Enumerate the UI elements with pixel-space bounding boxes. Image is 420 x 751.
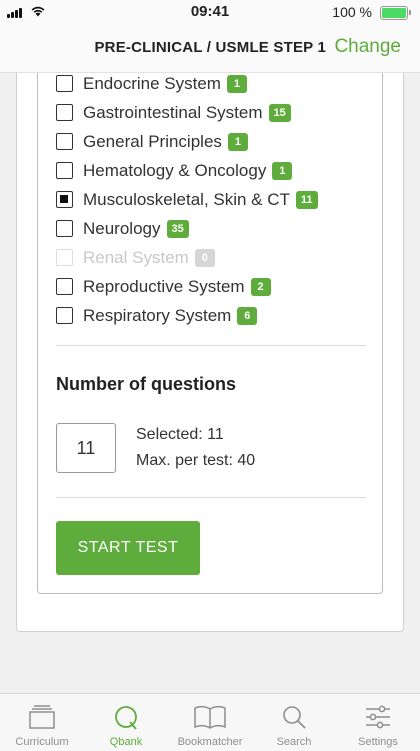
system-checkbox[interactable] — [56, 191, 73, 208]
system-row[interactable]: Gastrointestinal System 15 — [56, 98, 376, 127]
system-checkbox[interactable] — [56, 278, 73, 295]
question-count-badge: 2 — [250, 277, 271, 296]
status-bar: 09:41 100 % — [0, 0, 420, 26]
question-count-badge: 6 — [237, 306, 258, 325]
system-label: Neurology — [83, 218, 161, 238]
selected-count-text: Selected: 11 — [136, 426, 224, 443]
header: PRE-CLINICAL / USMLE STEP 1 Change — [0, 26, 420, 73]
battery-percentage: 100 % — [332, 4, 372, 20]
divider — [56, 345, 366, 346]
system-row[interactable]: Respiratory System 6 — [56, 301, 376, 330]
settings-icon — [366, 705, 390, 729]
systems-list: Endocrine System 1 Gastrointestinal System… — [56, 69, 376, 330]
system-label: Reproductive System — [83, 276, 245, 296]
tab-settings[interactable]: Settings — [336, 694, 420, 751]
tab-search[interactable]: Search — [252, 694, 336, 751]
system-row: Renal System 0 — [56, 243, 376, 272]
question-count-badge: 1 — [272, 161, 293, 180]
change-button[interactable]: Change — [334, 36, 401, 58]
tab-label: Search — [276, 736, 312, 748]
test-builder-card: Endocrine System 1 Gastrointestinal System… — [37, 73, 383, 594]
system-label: Musculoskeletal, Skin & CT — [83, 189, 290, 209]
system-label: Hematology & Oncology — [83, 160, 267, 180]
tab-bar: Curriculum Qbank Bookmatcher Search Sett… — [0, 693, 420, 751]
tab-qbank[interactable]: Qbank — [84, 694, 168, 751]
question-count-badge: 1 — [227, 132, 248, 151]
system-row[interactable]: Musculoskeletal, Skin & CT 11 — [56, 185, 376, 214]
system-checkbox[interactable] — [56, 133, 73, 150]
system-label: Endocrine System — [83, 73, 221, 93]
system-label: General Principles — [83, 131, 222, 151]
system-checkbox[interactable] — [56, 104, 73, 121]
number-of-questions-heading: Number of questions — [56, 374, 237, 394]
question-count-badge: 1 — [226, 74, 247, 93]
system-checkbox — [56, 249, 73, 266]
start-test-button[interactable]: START TEST — [56, 521, 200, 575]
question-count-badge: 0 — [194, 248, 215, 267]
system-checkbox[interactable] — [56, 75, 73, 92]
question-count-badge: 11 — [295, 190, 318, 209]
system-row[interactable]: Reproductive System 2 — [56, 272, 376, 301]
system-label: Gastrointestinal System — [83, 102, 263, 122]
system-row[interactable]: General Principles 1 — [56, 127, 376, 156]
exam-title: PRE-CLINICAL / USMLE STEP 1 — [94, 39, 326, 56]
tab-bookmatcher[interactable]: Bookmatcher — [168, 694, 252, 751]
system-checkbox[interactable] — [56, 307, 73, 324]
system-row[interactable]: Hematology & Oncology 1 — [56, 156, 376, 185]
divider — [56, 497, 366, 498]
system-label: Respiratory System — [83, 305, 232, 325]
question-count-badge: 15 — [268, 103, 291, 122]
tab-label: Curriculum — [15, 736, 69, 748]
search-icon — [283, 706, 306, 729]
tab-label: Qbank — [109, 736, 143, 748]
curriculum-icon — [29, 705, 55, 729]
system-label: Renal System — [83, 247, 189, 267]
system-row[interactable]: Endocrine System 1 — [56, 69, 376, 98]
tab-curriculum[interactable]: Curriculum — [0, 694, 84, 751]
content-card: Endocrine System 1 Gastrointestinal System… — [16, 73, 404, 632]
question-count-input[interactable] — [56, 423, 116, 473]
system-checkbox[interactable] — [56, 162, 73, 179]
system-checkbox[interactable] — [56, 220, 73, 237]
question-count-badge: 35 — [166, 219, 189, 238]
tab-label: Bookmatcher — [177, 736, 243, 748]
qbank-icon — [115, 706, 137, 730]
book-icon — [194, 705, 226, 729]
max-per-test-text: Max. per test: 40 — [136, 452, 256, 469]
tab-label: Settings — [358, 736, 398, 748]
system-row[interactable]: Neurology 35 — [56, 214, 376, 243]
battery-icon — [380, 6, 411, 20]
